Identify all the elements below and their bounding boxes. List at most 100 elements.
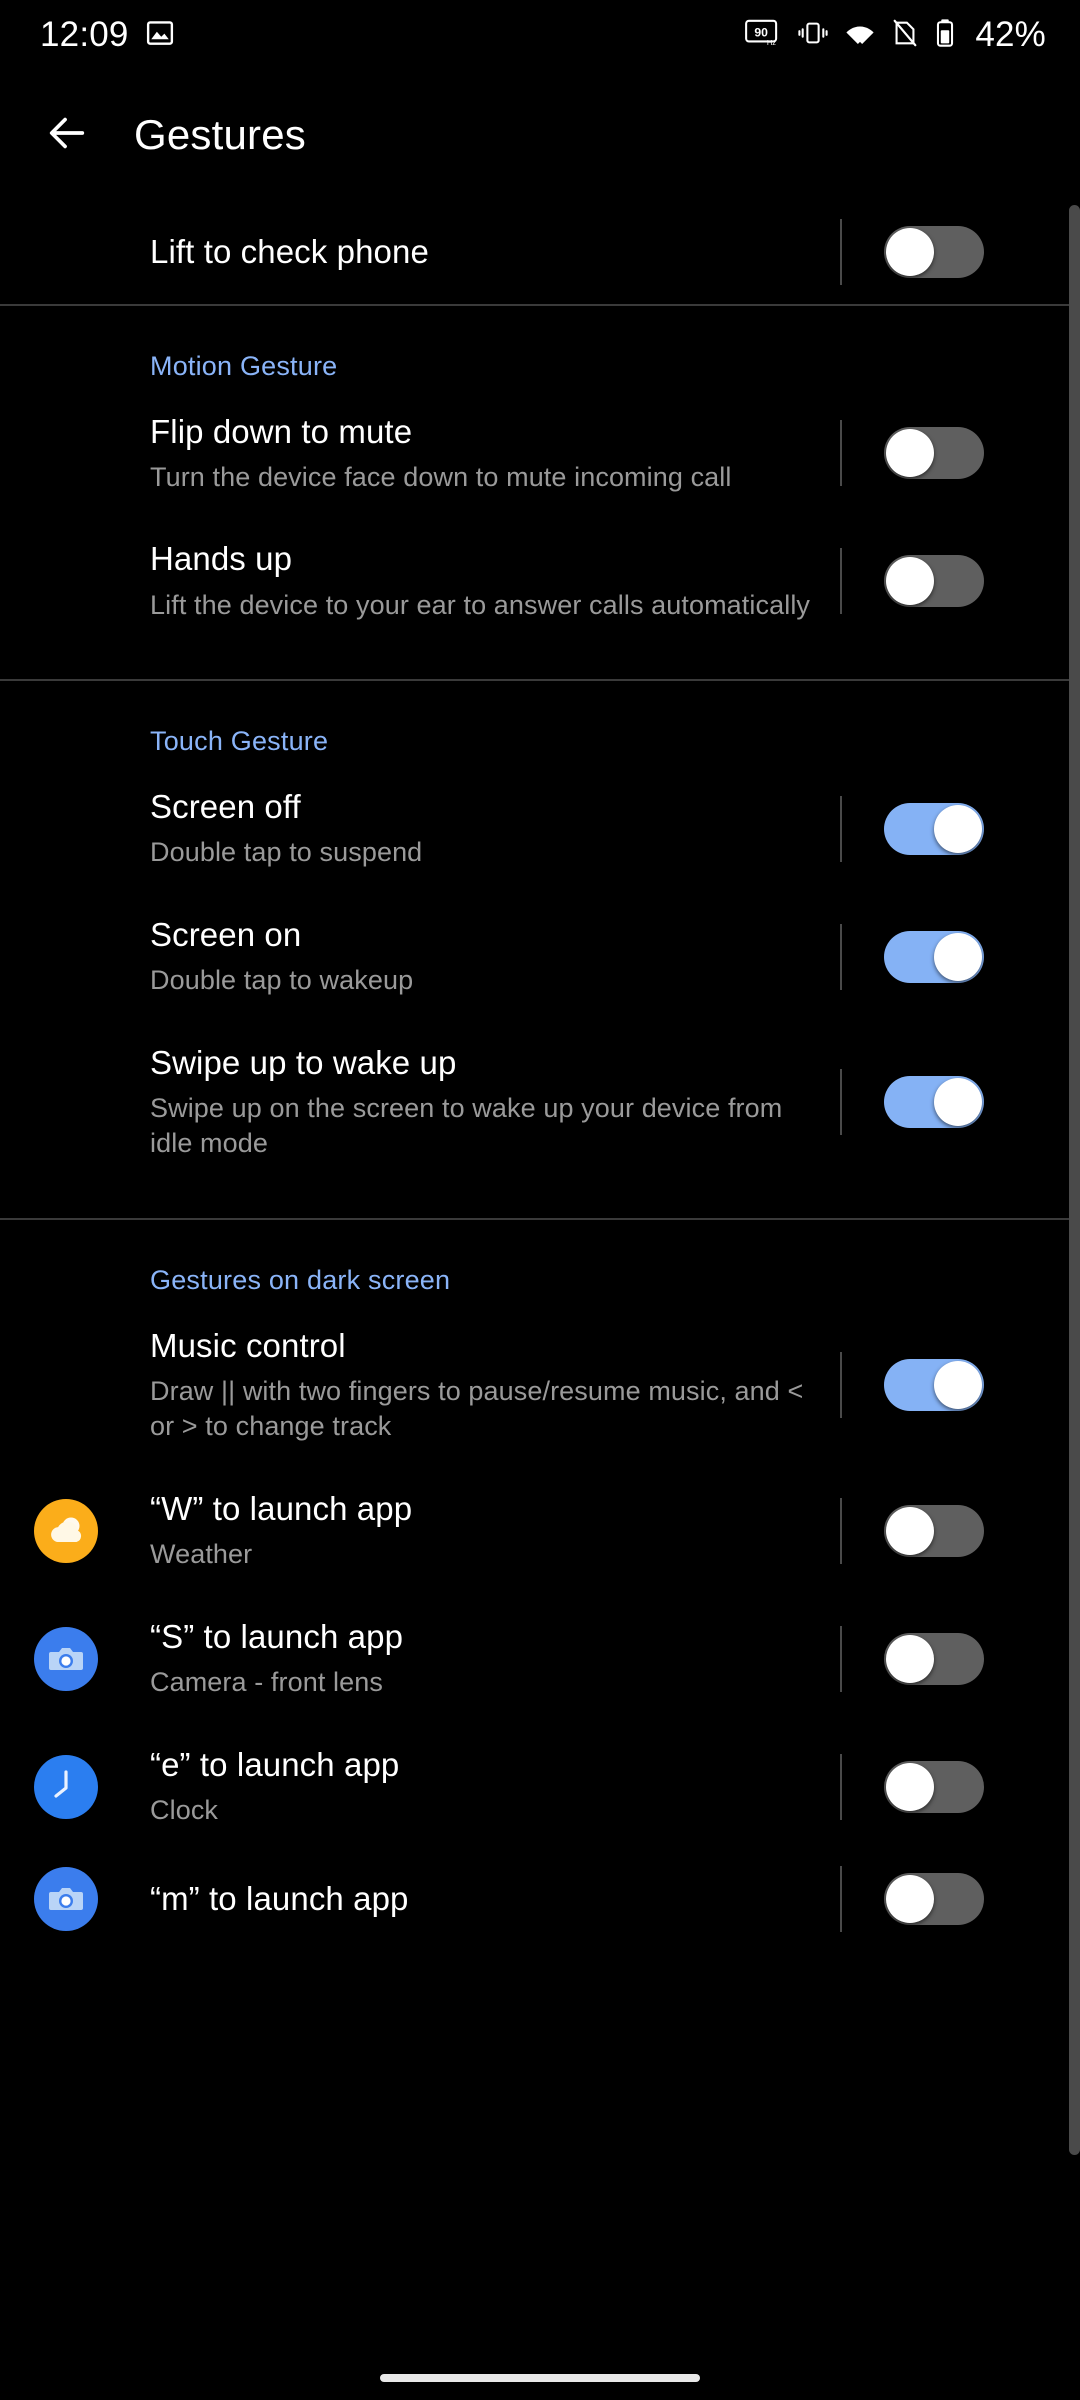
setting-row-e-to-launch-app[interactable]: “e” to launch app Clock bbox=[0, 1723, 1080, 1851]
row-subtitle: Clock bbox=[150, 1793, 814, 1829]
settings-list[interactable]: Lift to check phone Motion Gesture Flip … bbox=[0, 200, 1080, 2400]
status-bar-left: 12:09 bbox=[40, 15, 175, 55]
row-control bbox=[840, 1745, 1080, 1829]
setting-row-lift-to-check-phone[interactable]: Lift to check phone bbox=[0, 200, 1080, 304]
toggle-w-to-launch-app[interactable] bbox=[884, 1505, 984, 1557]
bottom-mask bbox=[0, 2344, 1080, 2400]
row-control bbox=[840, 1489, 1080, 1573]
row-title: Screen on bbox=[150, 915, 814, 955]
row-subtitle: Double tap to wakeup bbox=[150, 963, 814, 999]
setting-row-music-control[interactable]: Music control Draw || with two fingers t… bbox=[0, 1304, 1080, 1468]
toggle-lift-to-check-phone[interactable] bbox=[884, 226, 984, 278]
page-title: Gestures bbox=[134, 111, 306, 159]
row-subtitle: Draw || with two fingers to pause/resume… bbox=[150, 1374, 814, 1445]
home-indicator[interactable] bbox=[380, 2374, 700, 2382]
row-title: “S” to launch app bbox=[150, 1617, 814, 1657]
control-separator bbox=[840, 548, 842, 614]
setting-row-flip-down-to-mute[interactable]: Flip down to mute Turn the device face d… bbox=[0, 390, 1080, 518]
toggle-e-to-launch-app[interactable] bbox=[884, 1761, 984, 1813]
back-arrow-icon bbox=[44, 110, 90, 161]
setting-row-w-to-launch-app[interactable]: “W” to launch app Weather bbox=[0, 1467, 1080, 1595]
camera-app-icon bbox=[34, 1867, 98, 1931]
row-subtitle: Weather bbox=[150, 1537, 814, 1573]
vertical-scrollbar[interactable] bbox=[1069, 205, 1080, 2155]
toggle-knob bbox=[934, 933, 982, 981]
control-separator bbox=[840, 1626, 842, 1692]
setting-row-hands-up[interactable]: Hands up Lift the device to your ear to … bbox=[0, 517, 1080, 645]
row-title: Screen off bbox=[150, 787, 814, 827]
section-touch-gesture: Touch Gesture Screen off Double tap to s… bbox=[0, 681, 1080, 1218]
row-title: Hands up bbox=[150, 539, 814, 579]
90hz-refresh-rate-icon: 90 Hz bbox=[744, 18, 782, 53]
row-subtitle: Double tap to suspend bbox=[150, 835, 814, 871]
control-separator bbox=[840, 1069, 842, 1135]
svg-text:90: 90 bbox=[755, 25, 769, 39]
row-title: Lift to check phone bbox=[150, 232, 814, 272]
svg-text:Hz: Hz bbox=[767, 38, 776, 47]
control-separator bbox=[840, 924, 842, 990]
toggle-flip-down-to-mute[interactable] bbox=[884, 427, 984, 479]
row-text: Lift to check phone bbox=[150, 232, 840, 272]
wifi-icon bbox=[844, 18, 876, 53]
row-title: Music control bbox=[150, 1326, 814, 1366]
toggle-knob bbox=[886, 1635, 934, 1683]
control-separator bbox=[840, 219, 842, 285]
back-button[interactable] bbox=[32, 100, 102, 170]
row-text: “m” to launch app bbox=[150, 1879, 840, 1919]
setting-row-screen-on[interactable]: Screen on Double tap to wakeup bbox=[0, 893, 1080, 1021]
app-bar: Gestures bbox=[0, 70, 1080, 200]
setting-row-m-to-launch-app[interactable]: “m” to launch app bbox=[0, 1851, 1080, 1947]
toggle-s-to-launch-app[interactable] bbox=[884, 1633, 984, 1685]
status-bar: 12:09 90 Hz bbox=[0, 0, 1080, 70]
status-bar-right: 90 Hz bbox=[744, 15, 1046, 55]
camera-app-icon bbox=[34, 1627, 98, 1691]
toggle-screen-off[interactable] bbox=[884, 803, 984, 855]
row-subtitle: Turn the device face down to mute incomi… bbox=[150, 460, 814, 496]
toggle-knob bbox=[934, 1078, 982, 1126]
battery-percent-label: 42% bbox=[975, 15, 1046, 55]
phone-screen: 12:09 90 Hz bbox=[0, 0, 1080, 2400]
status-bar-clock: 12:09 bbox=[40, 15, 129, 55]
row-control bbox=[840, 1617, 1080, 1701]
section-header-motion-gesture: Motion Gesture bbox=[0, 306, 1080, 390]
toggle-knob bbox=[886, 1763, 934, 1811]
row-control bbox=[840, 539, 1080, 623]
row-title: Swipe up to wake up bbox=[150, 1043, 814, 1083]
setting-row-screen-off[interactable]: Screen off Double tap to suspend bbox=[0, 765, 1080, 893]
row-control bbox=[840, 412, 1080, 496]
row-text: Flip down to mute Turn the device face d… bbox=[150, 412, 840, 496]
section-header-touch-gesture: Touch Gesture bbox=[0, 681, 1080, 765]
toggle-knob bbox=[886, 429, 934, 477]
row-text: “e” to launch app Clock bbox=[150, 1745, 840, 1829]
row-text: Screen off Double tap to suspend bbox=[150, 787, 840, 871]
setting-row-s-to-launch-app[interactable]: “S” to launch app Camera - front lens bbox=[0, 1595, 1080, 1723]
no-sim-icon bbox=[891, 18, 919, 53]
toggle-swipe-up-to-wake-up[interactable] bbox=[884, 1076, 984, 1128]
battery-icon bbox=[934, 18, 956, 53]
toggle-m-to-launch-app[interactable] bbox=[884, 1873, 984, 1925]
control-separator bbox=[840, 1352, 842, 1418]
row-text: Swipe up to wake up Swipe up on the scre… bbox=[150, 1043, 840, 1163]
row-subtitle: Lift the device to your ear to answer ca… bbox=[150, 588, 814, 624]
setting-row-swipe-up-to-wake-up[interactable]: Swipe up to wake up Swipe up on the scre… bbox=[0, 1021, 1080, 1185]
control-separator bbox=[840, 1754, 842, 1820]
row-control bbox=[840, 1043, 1080, 1163]
toggle-knob bbox=[934, 1361, 982, 1409]
toggle-music-control[interactable] bbox=[884, 1359, 984, 1411]
clock-app-icon bbox=[34, 1755, 98, 1819]
section-header-gestures-on-dark-screen: Gestures on dark screen bbox=[0, 1220, 1080, 1304]
screenshot-icon bbox=[145, 18, 175, 53]
row-subtitle: Swipe up on the screen to wake up your d… bbox=[150, 1091, 814, 1162]
weather-app-icon bbox=[34, 1499, 98, 1563]
row-title: “W” to launch app bbox=[150, 1489, 814, 1529]
row-text: Music control Draw || with two fingers t… bbox=[150, 1326, 840, 1446]
row-control bbox=[840, 1873, 1080, 1925]
section-motion-gesture: Motion Gesture Flip down to mute Turn th… bbox=[0, 306, 1080, 680]
toggle-knob bbox=[886, 228, 934, 276]
row-control bbox=[840, 787, 1080, 871]
toggle-hands-up[interactable] bbox=[884, 555, 984, 607]
toggle-knob bbox=[886, 1507, 934, 1555]
toggle-screen-on[interactable] bbox=[884, 931, 984, 983]
row-text: Hands up Lift the device to your ear to … bbox=[150, 539, 840, 623]
row-title: “m” to launch app bbox=[150, 1879, 814, 1919]
